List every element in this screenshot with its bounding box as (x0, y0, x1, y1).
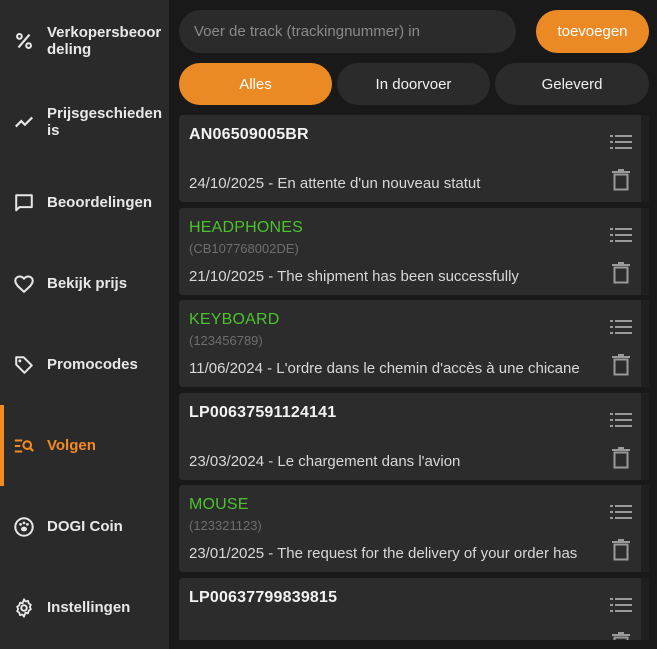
shipment-card[interactable]: HEADPHONES (CB107768002DE) 21/10/2025 - … (179, 208, 649, 295)
sidebar-item-dogi-coin[interactable]: DOGI Coin (0, 486, 169, 567)
shipment-status: 21/10/2025 - The shipment has been succe… (189, 268, 519, 285)
card-scroll-edge (641, 485, 649, 572)
list-menu-icon[interactable] (610, 411, 632, 429)
shipment-status: 23/01/2025 - The request for the deliver… (189, 545, 578, 562)
percent-icon (12, 29, 36, 53)
shipment-code: (123321123) (189, 518, 262, 533)
sidebar-item-label: Beoordelingen (47, 194, 153, 211)
add-tracking-button[interactable]: toevoegen (536, 10, 649, 53)
shipment-title: KEYBOARD (189, 311, 280, 328)
shipment-title: LP00637799839815 (189, 589, 338, 606)
trash-icon[interactable] (612, 632, 630, 640)
heart-icon (12, 272, 36, 296)
shipment-status: 24/10/2025 - En attente d'un nouveau sta… (189, 175, 481, 192)
sidebar-item-volgen[interactable]: Volgen (0, 405, 169, 486)
shipment-title: HEADPHONES (189, 219, 304, 236)
trash-icon[interactable] (612, 447, 630, 469)
sidebar-item-promocodes[interactable]: Promocodes (0, 324, 169, 405)
sidebar-item-label: Verkopersbeoordeling (47, 23, 162, 58)
shipment-card[interactable]: AN06509005BR 24/10/2025 - En attente d'u… (179, 115, 649, 202)
list-menu-icon[interactable] (610, 318, 632, 336)
card-scroll-edge (641, 578, 649, 640)
sidebar-item-verkopersbeoordeling[interactable]: Verkopersbeoordeling (0, 0, 169, 81)
shipment-card[interactable]: LP00637591124141 23/03/2024 - Le chargem… (179, 393, 649, 480)
trash-icon[interactable] (612, 539, 630, 561)
filter-all-button[interactable]: Alles (179, 63, 332, 105)
card-scroll-edge (641, 115, 649, 202)
sidebar-item-instellingen[interactable]: Instellingen (0, 567, 169, 648)
trash-icon[interactable] (612, 169, 630, 191)
sidebar: Verkopersbeoordeling Prijsgeschiedenis B… (0, 0, 169, 649)
sidebar-item-beoordelingen[interactable]: Beoordelingen (0, 162, 169, 243)
trash-icon[interactable] (612, 262, 630, 284)
sidebar-item-label: Volgen (47, 437, 96, 454)
gear-icon (12, 596, 36, 620)
trash-icon[interactable] (612, 354, 630, 376)
track-search-icon (12, 434, 36, 458)
card-scroll-edge (641, 300, 649, 387)
filter-delivered-button[interactable]: Geleverd (495, 63, 649, 105)
shipment-card[interactable]: MOUSE (123321123) 23/01/2025 - The reque… (179, 485, 649, 572)
card-scroll-edge (641, 393, 649, 480)
shipment-code: (CB107768002DE) (189, 241, 299, 256)
shipment-code: (123456789) (189, 333, 263, 348)
sidebar-item-label: DOGI Coin (47, 518, 123, 535)
shipment-card[interactable]: LP00637799839815 (179, 578, 649, 640)
sidebar-item-label: Bekijk prijs (47, 275, 128, 292)
filter-in-transit-button[interactable]: In doorvoer (337, 63, 490, 105)
list-menu-icon[interactable] (610, 596, 632, 614)
sidebar-item-bekijk-prijs[interactable]: Bekijk prijs (0, 243, 169, 324)
tag-icon (12, 353, 36, 377)
tracking-number-input[interactable] (179, 10, 516, 53)
trend-line-icon (12, 110, 36, 134)
sidebar-item-label: Instellingen (47, 599, 131, 616)
paw-icon (12, 515, 36, 539)
list-menu-icon[interactable] (610, 133, 632, 151)
list-menu-icon[interactable] (610, 226, 632, 244)
sidebar-item-label: Prijsgeschiedenis (47, 104, 163, 139)
list-menu-icon[interactable] (610, 503, 632, 521)
shipment-list: AN06509005BR 24/10/2025 - En attente d'u… (179, 115, 649, 640)
chat-bubble-icon (12, 191, 36, 215)
shipment-title: LP00637591124141 (189, 404, 337, 421)
shipment-status: 11/06/2024 - L'ordre dans le chemin d'ac… (189, 360, 580, 377)
sidebar-item-label: Promocodes (47, 356, 138, 373)
shipment-title: MOUSE (189, 496, 249, 513)
tracking-panel: toevoegen Alles In doorvoer Geleverd AN0… (169, 0, 657, 649)
shipment-title: AN06509005BR (189, 126, 309, 143)
shipment-card[interactable]: KEYBOARD (123456789) 11/06/2024 - L'ordr… (179, 300, 649, 387)
sidebar-item-prijsgeschiedenis[interactable]: Prijsgeschiedenis (0, 81, 169, 162)
card-scroll-edge (641, 208, 649, 295)
shipment-status: 23/03/2024 - Le chargement dans l'avion (189, 453, 461, 470)
